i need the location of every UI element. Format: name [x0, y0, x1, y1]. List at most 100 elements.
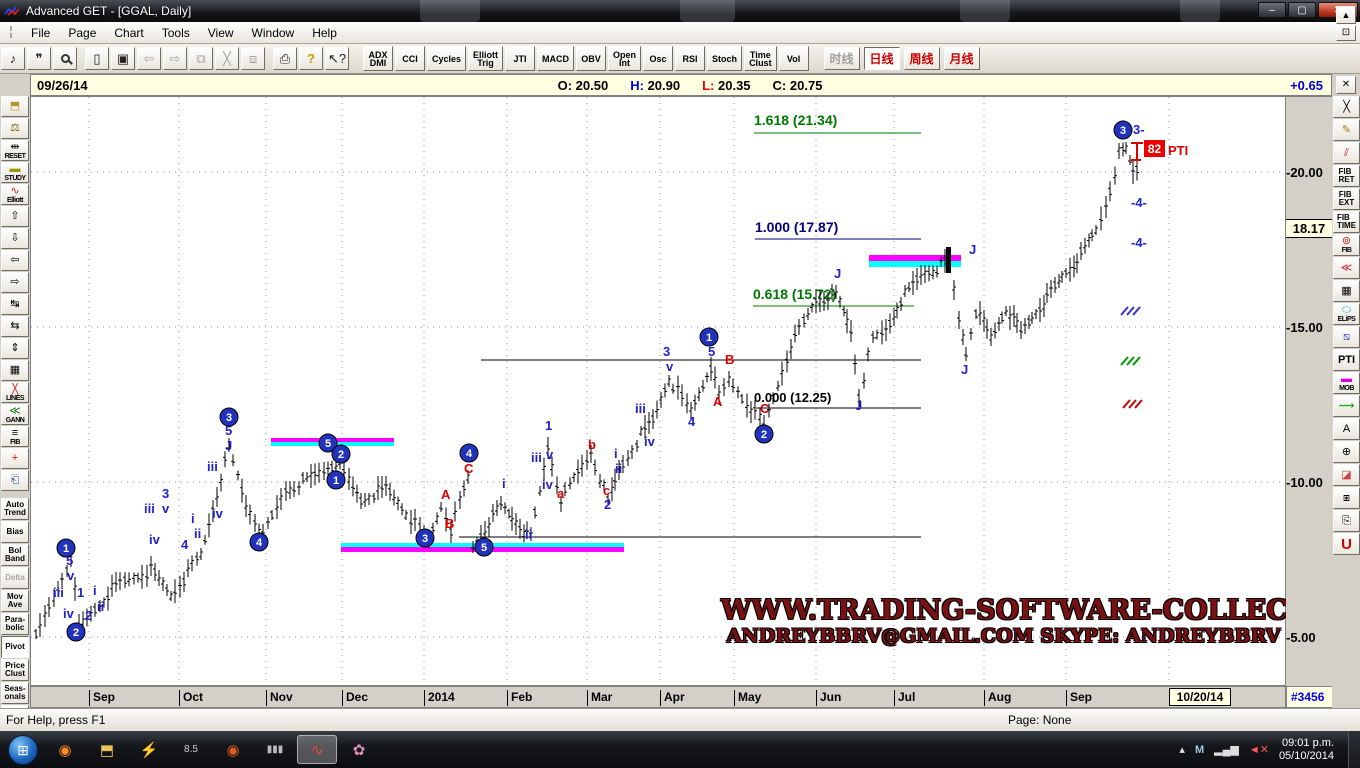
fib-circle-icon[interactable]: ⊚FIB [1333, 234, 1360, 256]
trendline-icon[interactable]: ⫽ [1333, 142, 1360, 164]
help-icon[interactable]: ? [299, 47, 323, 70]
gann-fan-icon[interactable]: ≪ [1333, 257, 1360, 279]
taskbar-85-icon[interactable]: 8.5 [171, 735, 211, 764]
minimize-button[interactable]: – [1258, 2, 1286, 18]
study-bias[interactable]: Bias [1, 521, 29, 543]
indicator-obv[interactable]: OBV [576, 46, 606, 71]
save-page-icon[interactable]: ▣ [111, 47, 135, 70]
indicator-adx-dmi[interactable]: ADX DMI [363, 46, 393, 71]
start-button[interactable]: ⊞ [8, 735, 38, 765]
expand-bars-icon[interactable]: ⇆ [1, 316, 29, 337]
pencil-icon[interactable]: ✎ [1333, 119, 1360, 141]
pti-icon[interactable]: PTI [1333, 349, 1360, 371]
indicator-time-clust[interactable]: Time Clust [744, 46, 777, 71]
taskbar-explorer-icon[interactable]: ⬒ [87, 735, 127, 764]
tray-malwarebytes-icon[interactable]: M [1195, 744, 1204, 756]
cross-lines-icon[interactable]: ⧅ [1333, 326, 1360, 348]
fib-extension-icon[interactable]: FIB EXT [1333, 188, 1360, 210]
compress-bars-icon[interactable]: ↹ [1, 294, 29, 315]
fib-icon[interactable]: ≡FIB [1, 426, 29, 447]
scroll-up-icon[interactable]: ⇧ [1, 206, 29, 227]
study-seasonals[interactable]: Seas- onals [1, 682, 29, 704]
regression-icon[interactable]: ⟿ [1333, 395, 1360, 417]
timeframe-button[interactable]: 周线 [904, 47, 940, 70]
scroll-left-icon[interactable]: ⇦ [1, 250, 29, 271]
taskbar-lightning-icon[interactable]: ⚡ [129, 735, 169, 764]
vertical-scale-icon[interactable]: ⇕ [1, 338, 29, 359]
zoom-tool-icon[interactable] [53, 47, 77, 70]
menu-view[interactable]: View [199, 23, 243, 43]
context-help-icon[interactable]: ↖? [325, 47, 349, 70]
show-desktop-button[interactable] [1348, 731, 1360, 768]
maximize-button[interactable]: ▢ [1288, 2, 1316, 18]
menu-window[interactable]: Window [243, 23, 304, 43]
study-pivot[interactable]: Pivot [1, 636, 29, 658]
menu-file[interactable]: File [22, 23, 59, 43]
fib-time-icon[interactable]: FIB TIME [1333, 211, 1360, 233]
tray-expand-icon[interactable]: ▴ [1179, 743, 1185, 756]
indicator-macd[interactable]: MACD [537, 46, 574, 71]
print-icon[interactable]: ⎙ [273, 47, 297, 70]
title-bar[interactable]: Advanced GET - [GGAL, Daily] – ▢ ✕ [0, 0, 1360, 22]
price-scale[interactable]: 18.17 -20.00-15.00-10.00-5.00 [1286, 96, 1332, 686]
timeframe-button[interactable]: 月线 [944, 47, 980, 70]
menu-help[interactable]: Help [303, 23, 346, 43]
text-tool-icon[interactable]: A [1333, 418, 1360, 440]
taskbar-media-icon[interactable]: ◉ [213, 735, 253, 764]
open-chart-icon[interactable]: ⬒ [1, 96, 29, 117]
study-autotrend[interactable]: Auto Trend [1, 498, 29, 520]
ellipse-icon[interactable]: ⬭ELiPS [1333, 303, 1360, 325]
study-bolband[interactable]: Bol Band [1, 544, 29, 566]
menu-chart[interactable]: Chart [105, 23, 152, 43]
delete-tool-icon[interactable]: ╳ [1333, 96, 1360, 118]
taskbar-mixer-icon[interactable]: ▮▮▮ [255, 735, 295, 764]
new-page-icon[interactable]: ▯ [85, 47, 109, 70]
taskbar-clock[interactable]: 09:01 p.m. 05/10/2014 [1279, 737, 1334, 763]
zoom-in-icon[interactable]: ⊕ [1333, 441, 1360, 463]
chart-close-button[interactable]: ✕ [1336, 76, 1356, 94]
compare-scales-icon[interactable]: ⚖ [1, 118, 29, 139]
study-movave[interactable]: Mov Ave [1, 590, 29, 612]
indicator-elliott-trig[interactable]: Elliott Trig [468, 46, 503, 71]
study-priceclust[interactable]: Price Clust [1, 659, 29, 681]
taskbar-advanced-get-icon[interactable]: ∿ [297, 735, 337, 764]
toolbar-collapse-button[interactable]: ▲ [1336, 6, 1356, 24]
timeframe-button[interactable]: 日线 [864, 47, 900, 70]
taskbar-paint-icon[interactable]: ✿ [339, 735, 379, 764]
indicator-vol[interactable]: Vol [779, 46, 809, 71]
indicator-stoch[interactable]: Stoch [707, 46, 742, 71]
annotation-icon[interactable]: ❞ [27, 47, 51, 70]
fib-retrace-icon[interactable]: FIB RET [1333, 165, 1360, 187]
study-icon[interactable]: ▬STUDY [1, 162, 29, 183]
copy-study-icon[interactable]: ⎘ [1333, 510, 1360, 532]
eraser-icon[interactable]: ◪ [1333, 464, 1360, 486]
menu-page[interactable]: Page [59, 23, 105, 43]
properties-icon[interactable]: ⎗ [1, 470, 29, 491]
mdi-restore-button[interactable]: ⊡ [1336, 25, 1356, 41]
study-parabolic[interactable]: Para- bolic [1, 613, 29, 635]
magnet-icon[interactable]: U [1333, 533, 1360, 555]
chart-area[interactable]: 1.618 (21.34)1.000 (17.87)0.618 (15.72)5… [30, 96, 1286, 686]
taskbar-firefox-icon[interactable]: ◉ [45, 735, 85, 764]
time-axis[interactable]: 10/20/14 SepOctNovDec2014FebMarAprMayJun… [30, 686, 1286, 708]
tray-volume-muted-icon[interactable]: ◄✕ [1249, 743, 1269, 756]
menu-tools[interactable]: Tools [153, 23, 199, 43]
grid-icon[interactable]: ▦ [1333, 280, 1360, 302]
elliott-icon[interactable]: ∿Elliott [1, 184, 29, 205]
timeframe-button[interactable]: 时线 [824, 47, 860, 70]
scroll-right-icon[interactable]: ⇨ [1, 272, 29, 293]
indicator-jti[interactable]: JTI [505, 46, 535, 71]
indicator-open-int[interactable]: Open Int [608, 46, 641, 71]
reset-icon[interactable]: ⇹RESET [1, 140, 29, 161]
indicator-cci[interactable]: CCI [395, 46, 425, 71]
delete-all-icon[interactable]: ⧆ [1333, 487, 1360, 509]
gann-icon[interactable]: ≪GANN [1, 404, 29, 425]
grid-toggle-icon[interactable]: ▦ [1, 360, 29, 381]
tray-network-icon[interactable]: ▂▄▆ [1214, 743, 1239, 756]
scroll-down-icon[interactable]: ⇩ [1, 228, 29, 249]
mob-icon[interactable]: ▬MOB [1333, 372, 1360, 394]
pin-tool-icon[interactable]: ♪ [1, 47, 25, 70]
menu-grip[interactable]: ╎ [4, 25, 18, 41]
lines-icon[interactable]: ╳LINES [1, 382, 29, 403]
indicator-rsi[interactable]: RSI [675, 46, 705, 71]
